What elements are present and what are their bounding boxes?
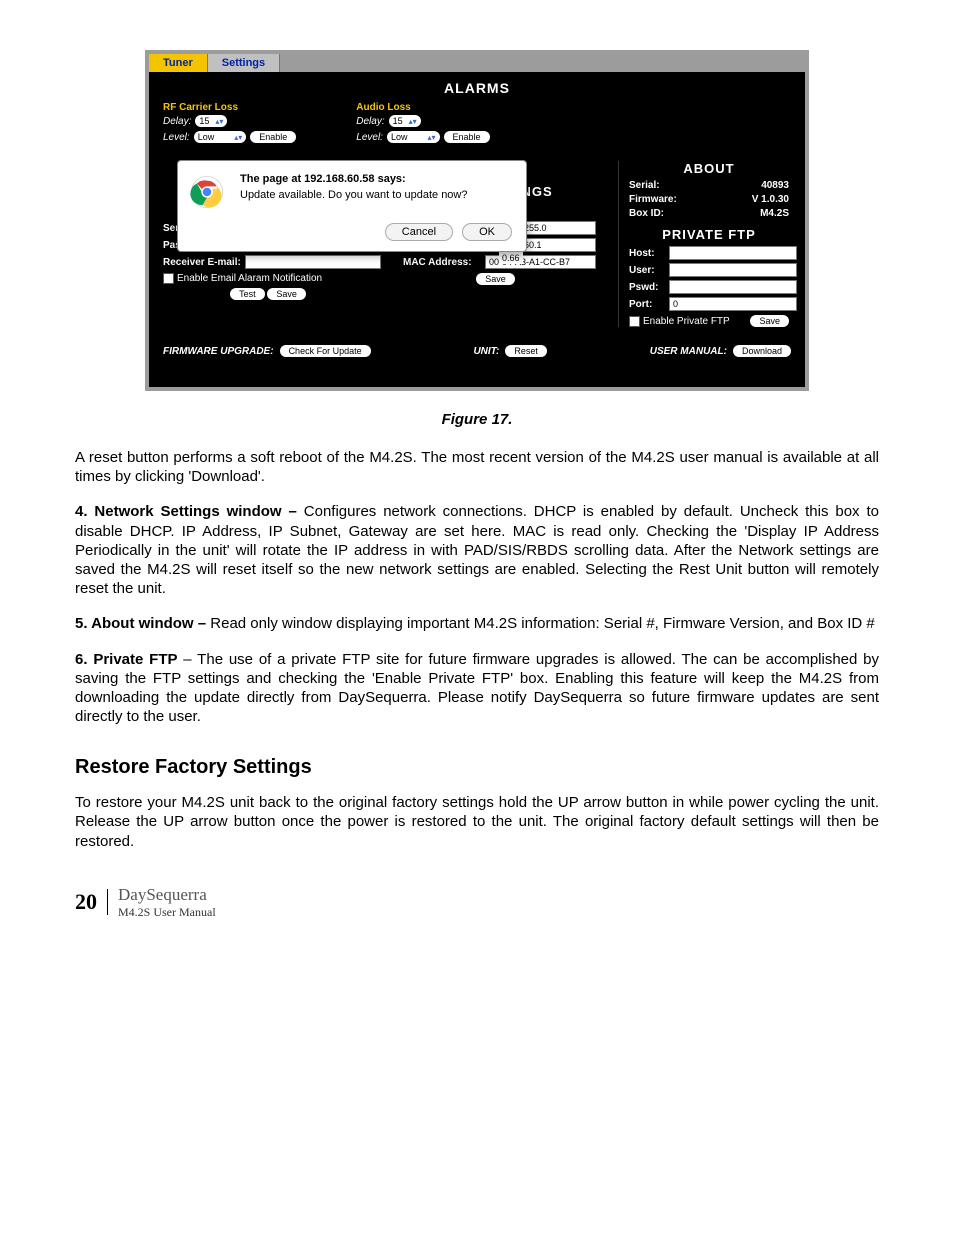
email-test-button[interactable]: Test — [230, 288, 265, 300]
ftp-port-label: Port: — [629, 299, 669, 310]
ftp-save-button[interactable]: Save — [750, 315, 789, 327]
enable-email-label: Enable Email Alaram Notification — [177, 273, 322, 284]
dialog-cancel-button[interactable]: Cancel — [385, 223, 453, 241]
rf-level-select[interactable]: Low▴▾ — [194, 131, 247, 143]
update-dialog: The page at 192.168.60.58 says: Update a… — [177, 160, 527, 252]
brand-subtitle: M4.2S User Manual — [118, 905, 216, 920]
firmware-value: V 1.0.30 — [711, 194, 789, 205]
manual-download-button[interactable]: Download — [733, 345, 791, 357]
network-save-button[interactable]: Save — [476, 273, 515, 285]
dialog-title: The page at 192.168.60.58 says: — [240, 173, 512, 185]
ftp-user-input[interactable] — [669, 263, 797, 277]
audio-enable-button[interactable]: Enable — [444, 131, 490, 143]
paragraph-about: 5. About window – Read only window displ… — [75, 614, 879, 633]
brand-name: DaySequerra — [118, 885, 216, 905]
rf-enable-button[interactable]: Enable — [250, 131, 296, 143]
page-footer: 20 DaySequerra M4.2S User Manual — [75, 885, 879, 920]
ftp-host-input[interactable] — [669, 246, 797, 260]
boxid-label: Box ID: — [629, 208, 711, 219]
page-number: 20 — [75, 889, 108, 915]
dialog-message: Update available. Do you want to update … — [240, 189, 512, 201]
ftp-pswd-input[interactable] — [669, 280, 797, 294]
dialog-ok-button[interactable]: OK — [462, 223, 512, 241]
ftp-pswd-label: Pswd: — [629, 282, 669, 293]
partial-ip-value: 0.66 — [499, 252, 523, 264]
audio-level-select[interactable]: Low▴▾ — [387, 131, 440, 143]
audio-delay-spinner[interactable]: 15▴▾ — [389, 115, 421, 127]
unit-label: UNIT: — [473, 346, 499, 357]
check-update-button[interactable]: Check For Update — [280, 345, 371, 357]
firmware-label: Firmware: — [629, 194, 711, 205]
email-save-button[interactable]: Save — [267, 288, 306, 300]
ftp-header: PRIVATE FTP — [629, 227, 789, 242]
paragraph-privateftp: 6. Private FTP – The use of a private FT… — [75, 650, 879, 727]
enable-email-checkbox[interactable] — [163, 273, 174, 284]
firmware-upgrade-label: FIRMWARE UPGRADE: — [163, 346, 274, 357]
ftp-user-label: User: — [629, 265, 669, 276]
serial-label: Serial: — [629, 180, 711, 191]
audio-loss-group: Audio Loss Delay: 15▴▾ Level: Low▴▾ Enab… — [356, 102, 489, 147]
rf-header: RF Carrier Loss — [163, 102, 296, 113]
tab-settings[interactable]: Settings — [208, 54, 280, 72]
paragraph-network: 4. Network Settings window – Configures … — [75, 502, 879, 598]
user-manual-label: USER MANUAL: — [650, 346, 727, 357]
figure-caption: Figure 17. — [75, 411, 879, 428]
app-screenshot: Tuner Settings ALARMS RF Carrier Loss De… — [145, 50, 809, 391]
about-header: ABOUT — [629, 161, 789, 176]
audio-delay-label: Delay: — [356, 116, 384, 127]
rf-level-label: Level: — [163, 132, 190, 143]
chrome-icon — [190, 175, 224, 209]
ftp-enable-label: Enable Private FTP — [643, 316, 750, 327]
ftp-enable-checkbox[interactable] — [629, 316, 640, 327]
rf-delay-spinner[interactable]: 15▴▾ — [195, 115, 227, 127]
audio-level-label: Level: — [356, 132, 383, 143]
private-ftp-panel: PRIVATE FTP Host: User: Pswd: Port: Enab… — [629, 227, 789, 327]
rf-delay-label: Delay: — [163, 116, 191, 127]
paragraph-reset: A reset button performs a soft reboot of… — [75, 448, 879, 486]
boxid-value: M4.2S — [711, 208, 789, 219]
receiver-email-label: Receiver E-mail: — [163, 257, 245, 268]
audio-header: Audio Loss — [356, 102, 489, 113]
unit-reset-button[interactable]: Reset — [505, 345, 547, 357]
rf-carrier-loss-group: RF Carrier Loss Delay: 15▴▾ Level: Low▴▾… — [163, 102, 296, 147]
paragraph-restore: To restore your M4.2S unit back to the o… — [75, 793, 879, 851]
alarms-title: ALARMS — [149, 72, 805, 102]
restore-heading: Restore Factory Settings — [75, 756, 879, 779]
mac-label: MAC Address: — [403, 257, 485, 268]
app-footer-row: FIRMWARE UPGRADE: Check For Update UNIT:… — [149, 327, 805, 357]
ftp-port-input[interactable] — [669, 297, 797, 311]
tab-bar: Tuner Settings — [149, 54, 805, 72]
receiver-email-input[interactable] — [245, 255, 381, 269]
ftp-host-label: Host: — [629, 248, 669, 259]
serial-value: 40893 — [711, 180, 789, 191]
about-panel: ABOUT Serial:40893 Firmware:V 1.0.30 Box… — [618, 161, 789, 327]
tab-tuner[interactable]: Tuner — [149, 54, 208, 72]
